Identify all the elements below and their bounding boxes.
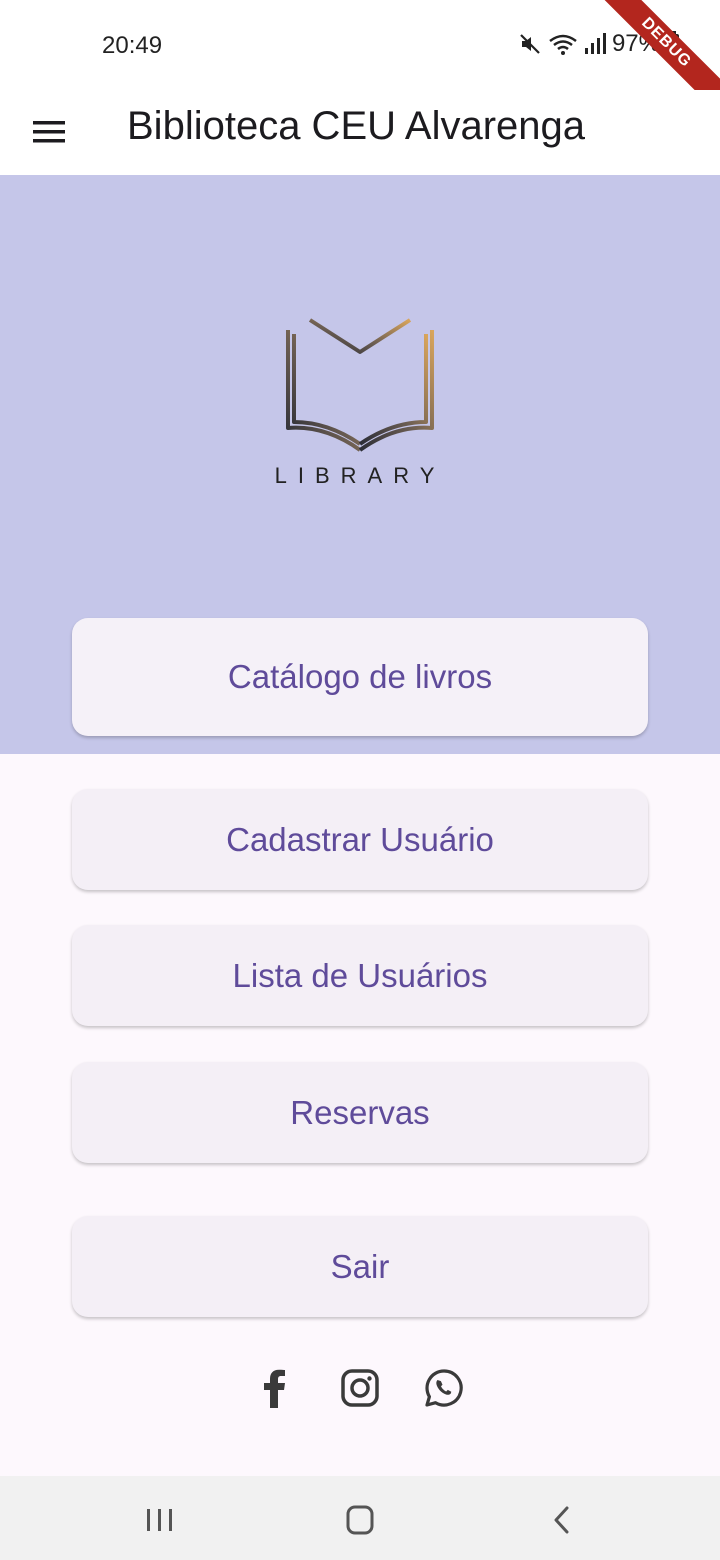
social-links — [0, 1366, 720, 1410]
back-icon[interactable] — [542, 1502, 582, 1538]
catalog-button[interactable]: Catálogo de livros — [72, 618, 648, 736]
status-bar: 20:49 97% — [0, 0, 720, 90]
system-nav-bar — [0, 1476, 720, 1560]
mute-icon — [518, 32, 542, 56]
logout-button[interactable]: Sair — [72, 1216, 648, 1317]
app-bar: Biblioteca CEU Alvarenga — [0, 90, 720, 175]
page-title: Biblioteca CEU Alvarenga — [127, 104, 586, 148]
wifi-icon — [548, 32, 578, 56]
status-time: 20:49 — [102, 32, 163, 59]
recent-apps-icon[interactable] — [140, 1502, 180, 1538]
home-icon[interactable] — [340, 1502, 380, 1538]
user-list-button[interactable]: Lista de Usuários — [72, 925, 648, 1026]
whatsapp-icon[interactable] — [422, 1366, 466, 1410]
signal-icon — [584, 32, 606, 56]
register-user-button[interactable]: Cadastrar Usuário — [72, 789, 648, 890]
instagram-icon[interactable] — [338, 1366, 382, 1410]
reservations-button[interactable]: Reservas — [72, 1062, 648, 1163]
facebook-icon[interactable] — [254, 1366, 298, 1410]
logo-text: LIBRARY — [274, 463, 446, 488]
hamburger-menu-icon[interactable] — [30, 112, 70, 152]
